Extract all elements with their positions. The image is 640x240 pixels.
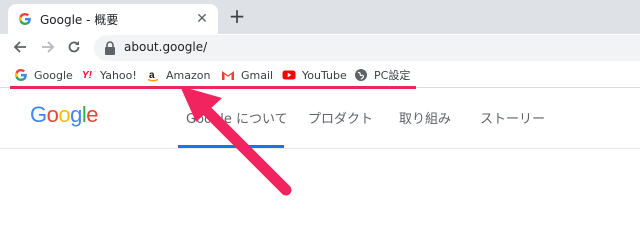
nav-divider <box>0 148 640 149</box>
bookmark-yahoo[interactable]: Y! Yahoo! <box>80 67 137 83</box>
address-bar[interactable]: about.google/ <box>94 35 640 61</box>
back-button[interactable] <box>10 37 30 57</box>
bookmark-gmail[interactable]: Gmail <box>221 67 273 83</box>
google-favicon-icon <box>18 12 31 26</box>
tab-strip: Google - 概要 ✕ + <box>0 0 640 34</box>
reload-icon <box>68 41 80 53</box>
bookmark-label: Yahoo! <box>100 68 137 82</box>
nav-products[interactable]: プロダクト <box>308 108 373 127</box>
page-content: Google Google について プロダクト 取り組み ストーリー <box>0 89 640 207</box>
lock-icon <box>105 41 115 55</box>
pc-settings-icon <box>355 69 367 81</box>
tab-close-icon[interactable]: ✕ <box>194 11 210 27</box>
bookmark-label: Gmail <box>241 68 274 82</box>
browser-tab[interactable]: Google - 概要 ✕ <box>8 4 218 34</box>
bookmark-amazon[interactable]: a Amazon <box>146 67 210 83</box>
google-icon <box>14 68 27 82</box>
bookmark-label: Amazon <box>166 68 211 82</box>
reload-button[interactable] <box>64 37 84 57</box>
bookmark-label: Google <box>34 68 73 82</box>
back-arrow-icon <box>13 41 26 53</box>
nav-stories[interactable]: ストーリー <box>480 108 545 127</box>
amazon-icon: a <box>147 70 159 82</box>
forward-arrow-icon <box>42 41 55 53</box>
browser-toolbar: about.google/ <box>0 34 640 62</box>
url-text: about.google/ <box>124 40 208 54</box>
nav-about-google[interactable]: Google について <box>186 108 288 127</box>
new-tab-button[interactable]: + <box>226 6 248 28</box>
bookmark-youtube[interactable]: YouTube <box>282 67 347 83</box>
bookmark-google[interactable]: Google <box>14 67 73 83</box>
svg-text:a: a <box>149 70 155 81</box>
bookmark-pc-settings[interactable]: PC設定 <box>354 67 410 83</box>
tab-title: Google - 概要 <box>40 13 119 27</box>
nav-commitments[interactable]: 取り組み <box>399 108 451 127</box>
yahoo-icon: Y! <box>82 69 92 81</box>
bookmarks-bar: Google Y! Yahoo! a Amazon Gmail YouTube … <box>0 62 640 88</box>
youtube-icon <box>282 70 296 80</box>
gmail-icon <box>222 71 234 80</box>
google-logo[interactable]: Google <box>30 102 99 128</box>
bookmark-label: PC設定 <box>374 69 411 82</box>
forward-button[interactable] <box>38 37 58 57</box>
bookmark-label: YouTube <box>302 68 347 82</box>
